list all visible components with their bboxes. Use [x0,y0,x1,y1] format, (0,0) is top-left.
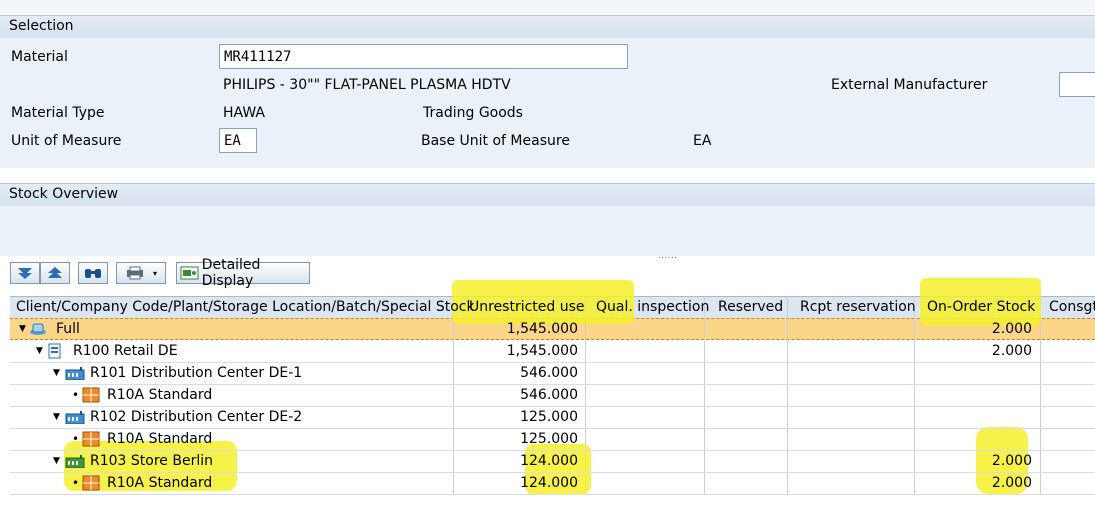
splitter-handle[interactable]: ...... [658,250,677,261]
client-hat-icon [30,323,46,335]
selection-title: Selection [9,18,74,34]
collapse-all-button[interactable] [40,262,70,284]
material-type-code: HAWA [223,105,265,121]
uom-input[interactable] [219,128,257,153]
row-label: R102 Distribution Center DE-2 [90,409,303,425]
leaf-bullet-icon: • [72,388,80,402]
plant-factory-icon [65,367,85,380]
row-label: R10A Standard [107,431,213,447]
onorder-value: 2.000 [991,343,1032,359]
col-header-consgt[interactable]: Consgt [1049,296,1095,318]
col-header-unrestricted[interactable]: Unrestricted use [469,296,585,318]
table-row[interactable]: ▼ Full 1,545.000 2.000 [10,318,1095,340]
table-row[interactable]: ▼ R102 Distribution Center DE-2 125.000 [10,406,1095,429]
unrestricted-value: 546.000 [520,365,578,381]
printer-icon [126,266,143,280]
collapse-arrow-icon[interactable]: ▼ [36,340,43,362]
unrestricted-value: 125.000 [520,409,578,425]
unrestricted-value: 124.000 [520,453,578,469]
onorder-value: 2.000 [991,475,1032,491]
detailed-display-label: Detailed Display [201,257,261,289]
stock-overview-title: Stock Overview [9,186,119,202]
unrestricted-value: 124.000 [520,475,578,491]
detail-icon [180,266,199,280]
table-row[interactable]: ▼ R103 Store Berlin 124.000 2.000 [10,450,1095,473]
base-uom-value: EA [693,133,712,149]
storage-location-icon [82,475,100,491]
leaf-bullet-icon: • [72,432,80,446]
material-label: Material [11,49,68,65]
unrestricted-value: 1,545.000 [506,343,578,359]
leaf-bullet-icon: • [72,476,80,490]
row-label: R103 Store Berlin [90,453,213,469]
external-manufacturer-label: External Manufacturer [831,77,988,93]
storage-location-icon [82,431,100,447]
table-row[interactable]: • R10A Standard 125.000 [10,428,1095,451]
unrestricted-value: 1,545.000 [506,321,578,337]
selection-header: Selection [0,15,1095,39]
row-label: R101 Distribution Center DE-1 [90,365,303,381]
company-code-icon [48,343,61,359]
base-uom-label: Base Unit of Measure [421,133,570,149]
expand-icon [18,268,32,279]
top-strip [0,0,1095,14]
row-label: R10A Standard [107,387,213,403]
collapse-arrow-icon[interactable]: ▼ [53,406,60,428]
material-input[interactable] [219,44,628,69]
onorder-value: 2.000 [991,453,1032,469]
plant-factory-icon [65,411,85,424]
table-row[interactable]: ▼ R100 Retail DE 1,545.000 2.000 [10,340,1095,363]
row-label: Full [56,321,80,337]
detailed-display-button[interactable]: Detailed Display [176,257,310,289]
collapse-arrow-icon[interactable]: ▼ [53,362,60,384]
storage-location-icon [82,387,100,403]
col-header-reserved[interactable]: Reserved [718,296,783,318]
row-label: R10A Standard [107,475,213,491]
unrestricted-value: 546.000 [520,387,578,403]
collapse-arrow-icon[interactable]: ▼ [53,450,60,472]
dropdown-arrow-icon: ▾ [152,268,157,278]
find-button[interactable] [78,262,108,284]
binoculars-icon [85,269,101,278]
material-type-label: Material Type [11,105,105,121]
stock-overview-header: Stock Overview [0,183,1095,207]
material-type-desc: Trading Goods [423,105,523,121]
print-button[interactable]: ▾ [116,262,166,284]
external-manufacturer-field[interactable] [1059,72,1095,97]
unrestricted-value: 125.000 [520,431,578,447]
table-row[interactable]: • R10A Standard 546.000 [10,384,1095,407]
row-label: R100 Retail DE [73,343,178,359]
uom-label: Unit of Measure [11,133,122,149]
stock-overview-panel [0,206,1095,256]
onorder-value: 2.000 [991,321,1032,337]
collapse-icon [48,267,62,278]
material-description: PHILIPS - 30"" FLAT-PANEL PLASMA HDTV [223,77,511,93]
col-header-rcpt-reservation[interactable]: Rcpt reservation [800,296,916,318]
table-row[interactable]: ▼ R101 Distribution Center DE-1 546.000 [10,362,1095,385]
col-header-on-order[interactable]: On-Order Stock [927,296,1035,318]
store-plant-icon [65,455,85,468]
expand-all-button[interactable] [10,262,40,284]
col-header-qual-inspection[interactable]: Qual. inspection [596,296,709,318]
col-header-hierarchy[interactable]: Client/Company Code/Plant/Storage Locati… [16,296,475,318]
collapse-arrow-icon[interactable]: ▼ [19,318,26,340]
table-row[interactable]: • R10A Standard 124.000 2.000 [10,472,1095,495]
